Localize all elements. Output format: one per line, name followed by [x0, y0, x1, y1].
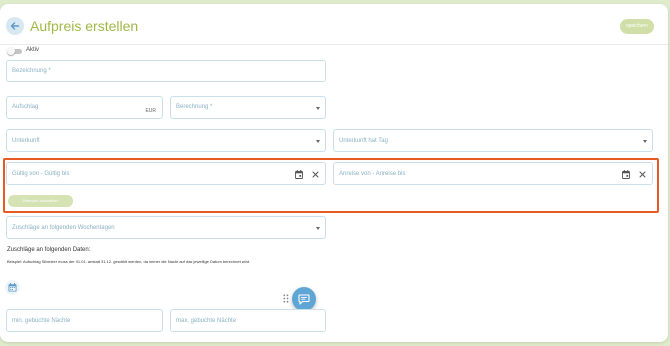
- chevron-down-icon: [316, 227, 320, 230]
- chat-button[interactable]: [292, 287, 316, 311]
- active-toggle[interactable]: [7, 47, 15, 55]
- name-field[interactable]: Bezeichnung *: [6, 60, 326, 82]
- close-icon[interactable]: [312, 171, 319, 178]
- active-toggle-label: Aktiv: [26, 47, 40, 53]
- valid-date-range-field[interactable]: Gültig von - Gültig bis: [6, 162, 326, 185]
- drag-handle-icon[interactable]: [283, 294, 289, 303]
- dates-hint: Beispiel: Aufschlag Silvester muss der 0…: [7, 259, 251, 264]
- surcharge-field[interactable]: Aufschlag EUR: [6, 96, 163, 119]
- header-divider: [0, 44, 668, 45]
- accommodation-select[interactable]: Unterkunft: [6, 129, 326, 152]
- weekdays-select[interactable]: Zuschläge an folgenden Wochentagen: [6, 216, 326, 239]
- calendar-icon[interactable]: [295, 170, 303, 179]
- page-title: Aufpreis erstellen: [30, 18, 139, 34]
- dates-section-title: Zuschläge an folgenden Daten:: [7, 247, 91, 253]
- accommodation-select-label: Unterkunft: [12, 138, 40, 144]
- surcharge-unit: EUR: [145, 108, 156, 114]
- max-nights-field[interactable]: max. gebuchte Nächte: [170, 309, 326, 332]
- chevron-down-icon: [316, 140, 320, 143]
- add-period-button[interactable]: Zeitraum auswählen: [8, 195, 73, 207]
- valid-date-range-label: Gültig von - Gültig bis: [12, 171, 70, 177]
- min-nights-label: min. gebuchte Nächte: [12, 318, 71, 324]
- chevron-down-icon: [643, 140, 647, 143]
- max-nights-label: max. gebuchte Nächte: [176, 318, 237, 324]
- back-button[interactable]: [6, 17, 24, 35]
- chevron-down-icon: [316, 107, 320, 110]
- arrow-left-icon: [10, 22, 20, 30]
- save-button[interactable]: speichern: [620, 19, 654, 34]
- surcharge-field-label: Aufschlag: [12, 104, 39, 110]
- close-icon[interactable]: [639, 171, 646, 178]
- min-nights-field[interactable]: min. gebuchte Nächte: [6, 309, 163, 332]
- weekdays-select-label: Zuschläge an folgenden Wochentagen: [12, 225, 115, 231]
- calculation-select-label: Berechnung *: [176, 104, 213, 110]
- calendar-icon: [8, 283, 17, 292]
- accommodation-tag-select-label: Unterkunft hat Tag: [339, 138, 388, 144]
- chat-icon: [298, 293, 310, 305]
- calculation-select[interactable]: Berechnung *: [170, 96, 326, 119]
- arrival-date-range-field[interactable]: Anreise von - Anreise bis: [333, 162, 653, 185]
- arrival-date-range-label: Anreise von - Anreise bis: [339, 171, 406, 177]
- accommodation-tag-select[interactable]: Unterkunft hat Tag: [333, 129, 653, 152]
- add-date-button[interactable]: [5, 280, 20, 295]
- form-card: Aufpreis erstellen speichern Aktiv Bezei…: [0, 4, 668, 342]
- name-field-label: Bezeichnung *: [12, 68, 51, 74]
- calendar-icon[interactable]: [622, 170, 630, 179]
